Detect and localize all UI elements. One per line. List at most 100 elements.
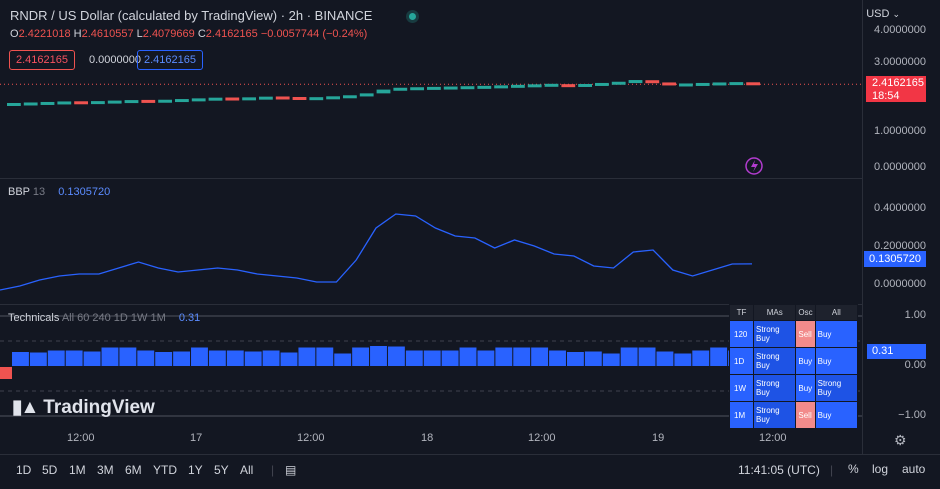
- candle: [611, 81, 626, 85]
- bbp-axis-label: 0.0000000: [874, 278, 926, 290]
- time-axis-label: 12:00: [297, 432, 325, 444]
- bbp-last-value-tag: 0.1305720: [864, 251, 926, 267]
- technicals-bar: [513, 347, 531, 366]
- candle: [393, 87, 408, 91]
- percent-scale-button[interactable]: %: [848, 462, 859, 476]
- technicals-bar: [280, 352, 298, 366]
- currency-select[interactable]: USD ⌄: [866, 8, 900, 20]
- chart-settings-icon[interactable]: ⚙: [894, 432, 907, 449]
- last-price-value: 2.4162165: [872, 77, 924, 89]
- price-axis-label: 3.0000000: [874, 56, 926, 68]
- currency-label: USD: [866, 8, 890, 20]
- candle: [544, 83, 559, 87]
- technicals-bar: [370, 346, 387, 366]
- candle: [729, 82, 744, 86]
- range-button-1y[interactable]: 1Y: [188, 463, 203, 477]
- candle: [662, 82, 676, 86]
- candle: [460, 86, 475, 90]
- time-axis-label: 18: [421, 432, 434, 444]
- toolbar-separator: |: [271, 463, 275, 477]
- technicals-bar: [477, 350, 495, 366]
- technicals-legend[interactable]: Technicals All 60 240 1D 1W 1M 0.31: [8, 312, 200, 324]
- candle: [275, 96, 290, 100]
- table-row: 1M Strong Buy Sell Buy: [729, 401, 859, 429]
- technicals-bar: [692, 350, 710, 366]
- candle: [107, 100, 122, 104]
- candle: [91, 101, 105, 105]
- bbp-value: 0.1305720: [58, 186, 111, 198]
- table-row: 1W Strong Buy Buy Strong Buy: [729, 374, 859, 402]
- date-range-icon[interactable]: ▤: [285, 463, 296, 477]
- candle: [242, 97, 256, 101]
- time-axis-label: 17: [190, 432, 203, 444]
- candle: [695, 82, 710, 86]
- candle: [595, 82, 609, 86]
- pane-divider[interactable]: [0, 178, 862, 179]
- technicals-bar: [423, 350, 441, 366]
- table-row: 1D Strong Buy Buy Buy: [729, 347, 859, 375]
- technicals-bar: [29, 352, 47, 366]
- technicals-bar: [620, 347, 638, 366]
- bbp-legend[interactable]: BBP 13 0.1305720: [8, 186, 110, 198]
- log-scale-button[interactable]: log: [872, 462, 888, 476]
- bbp-line: [0, 213, 753, 291]
- table-cell-all: Strong Buy: [814, 374, 859, 402]
- time-axis-label: 12:00: [759, 432, 787, 444]
- tradingview-watermark[interactable]: ▮▲ TradingView: [12, 396, 155, 419]
- tradingview-logo-icon: ▮▲: [12, 397, 39, 418]
- technicals-bar: [191, 347, 208, 366]
- range-button-6m[interactable]: 6M: [125, 463, 142, 477]
- time-axis-label: 12:00: [528, 432, 556, 444]
- range-button-1d[interactable]: 1D: [16, 463, 31, 477]
- candle: [74, 101, 88, 105]
- technicals-bar: [83, 351, 101, 366]
- candle: [326, 96, 340, 100]
- technicals-bar: [47, 350, 65, 366]
- technicals-bar: [352, 347, 370, 366]
- range-button-5d[interactable]: 5D: [42, 463, 57, 477]
- table-cell-all: Buy: [814, 401, 859, 429]
- candle: [561, 84, 576, 88]
- technicals-bar: [262, 350, 280, 366]
- range-button-ytd[interactable]: YTD: [153, 463, 177, 477]
- table-row: 120 Strong Buy Sell Buy: [729, 320, 859, 348]
- technicals-axis-label: −1.00: [898, 409, 926, 421]
- candle: [309, 97, 324, 101]
- technicals-bar: [155, 352, 173, 366]
- candle: [208, 97, 223, 101]
- candle: [494, 85, 508, 89]
- candle: [746, 82, 760, 86]
- candle: [259, 96, 273, 100]
- candle: [443, 86, 458, 90]
- technicals-params: All 60 240 1D 1W 1M: [61, 312, 166, 324]
- technicals-bar: [638, 347, 656, 366]
- range-button-all[interactable]: All: [240, 463, 253, 477]
- technicals-bar: [244, 351, 262, 366]
- technicals-value: 0.31: [178, 312, 201, 324]
- technicals-bar: [441, 350, 459, 366]
- auto-scale-button[interactable]: auto: [902, 462, 925, 476]
- candle: [712, 82, 727, 86]
- technicals-bar: [710, 347, 728, 366]
- utc-clock[interactable]: 11:41:05 (UTC): [738, 463, 820, 477]
- technicals-bar: [119, 347, 137, 366]
- range-button-3m[interactable]: 3M: [97, 463, 114, 477]
- price-axis-label: 0.0000000: [874, 161, 926, 173]
- technicals-bar: [674, 353, 692, 366]
- range-button-1m[interactable]: 1M: [69, 463, 86, 477]
- technicals-bar: [298, 347, 316, 366]
- candle: [57, 101, 72, 105]
- technicals-bar: [584, 351, 602, 366]
- technicals-bar: [137, 350, 155, 366]
- candle: [679, 83, 693, 87]
- table-cell-mas: Strong Buy: [752, 347, 797, 375]
- technicals-bar: [549, 350, 566, 366]
- table-cell-osc: Buy: [795, 347, 816, 375]
- toolbar-separator: |: [830, 463, 834, 477]
- candle: [124, 100, 139, 104]
- technicals-bar: [656, 351, 674, 366]
- candle: [578, 83, 592, 87]
- technicals-last-value-tag: 0.31: [867, 344, 926, 359]
- candle: [158, 99, 172, 103]
- range-button-5y[interactable]: 5Y: [214, 463, 229, 477]
